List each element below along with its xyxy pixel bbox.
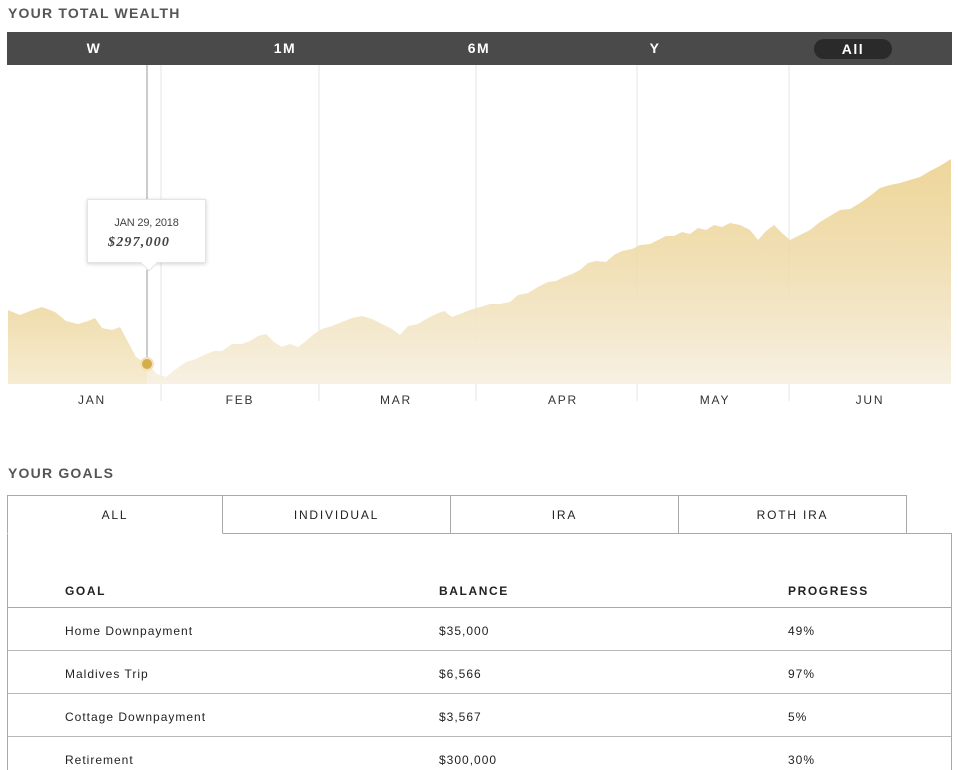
table-row[interactable]: Retirement $300,000 30%	[8, 738, 951, 770]
goal-name: Cottage Downpayment	[65, 710, 207, 724]
table-row[interactable]: Cottage Downpayment $3,567 5%	[8, 695, 951, 737]
goals-table-header: GOAL BALANCE PROGRESS	[8, 574, 951, 608]
wealth-section-title: YOUR TOTAL WEALTH	[8, 5, 181, 21]
month-label-feb: FEB	[226, 393, 255, 407]
goal-balance: $300,000	[439, 753, 498, 767]
goal-balance: $6,566	[439, 667, 482, 681]
chart-tooltip: JAN 29, 2018 $297,000	[87, 199, 206, 272]
tooltip-value: $297,000	[108, 235, 171, 250]
tab-roth-ira[interactable]: ROTH IRA	[678, 495, 907, 534]
goal-progress: 97%	[788, 667, 816, 681]
month-label-mar: MAR	[380, 393, 412, 407]
table-row[interactable]: Home Downpayment $35,000 49%	[8, 609, 951, 651]
tab-ira[interactable]: IRA	[450, 495, 679, 534]
column-header-balance[interactable]: BALANCE	[439, 584, 509, 598]
goal-name: Maldives Trip	[65, 667, 149, 681]
range-6m-button[interactable]: 6M	[447, 32, 511, 65]
month-axis: JAN FEB MAR APR MAY JUN	[78, 393, 885, 407]
month-label-jan: JAN	[78, 393, 106, 407]
month-label-apr: APR	[548, 393, 578, 407]
column-header-goal[interactable]: GOAL	[65, 584, 106, 598]
range-year-button[interactable]: Y	[623, 32, 687, 65]
goal-progress: 5%	[788, 710, 808, 724]
goals-section-title: YOUR GOALS	[8, 465, 115, 481]
selected-point-marker[interactable]	[140, 357, 154, 371]
goals-table: GOAL BALANCE PROGRESS Home Downpayment $…	[7, 533, 952, 770]
range-1m-button[interactable]: 1M	[253, 32, 317, 65]
goal-progress: 49%	[788, 624, 816, 638]
tab-individual[interactable]: INDIVIDUAL	[222, 495, 451, 534]
goal-progress: 30%	[788, 753, 816, 767]
month-label-may: MAY	[700, 393, 731, 407]
range-week-button[interactable]: W	[62, 32, 126, 65]
tooltip-date: JAN 29, 2018	[114, 217, 179, 229]
wealth-area-series	[8, 159, 951, 384]
goal-balance: $3,567	[439, 710, 482, 724]
goal-name: Home Downpayment	[65, 624, 194, 638]
month-label-jun: JUN	[856, 393, 885, 407]
goal-balance: $35,000	[439, 624, 490, 638]
tab-all[interactable]: ALL	[7, 495, 223, 534]
range-all-button[interactable]: All	[814, 39, 892, 59]
goal-name: Retirement	[65, 753, 134, 767]
column-header-progress[interactable]: PROGRESS	[788, 584, 869, 598]
table-row[interactable]: Maldives Trip $6,566 97%	[8, 652, 951, 694]
time-range-bar: W 1M 6M Y All	[7, 32, 952, 65]
